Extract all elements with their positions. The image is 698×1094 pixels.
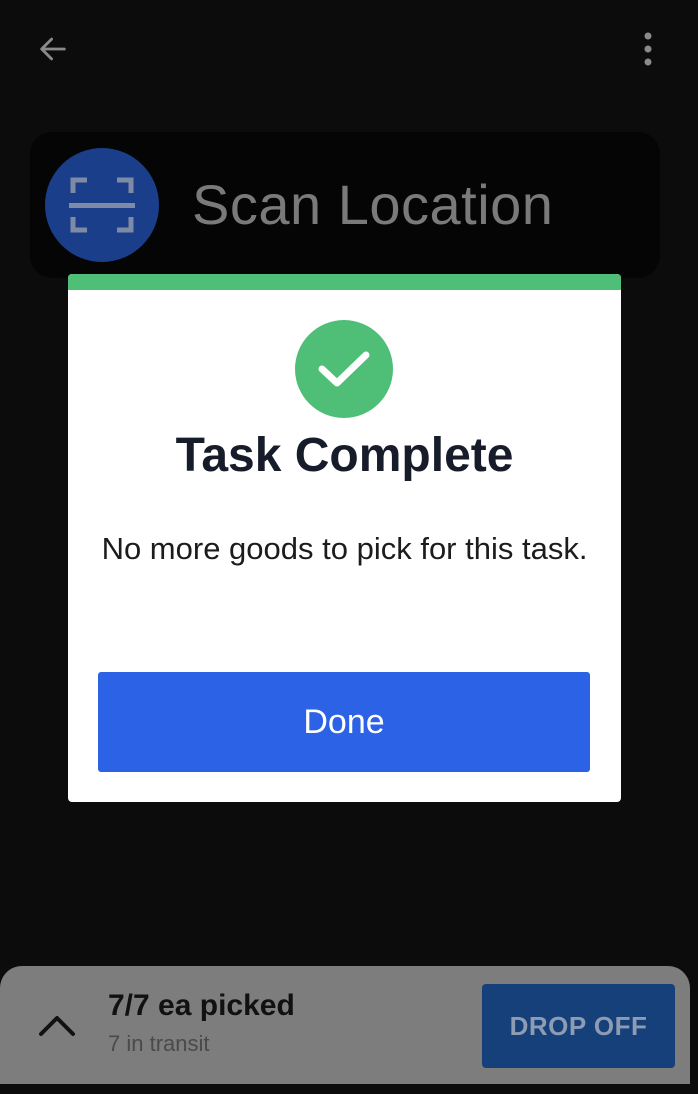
arrow-left-icon bbox=[40, 37, 66, 61]
chevron-up-icon bbox=[39, 1016, 75, 1036]
scan-location-title: Scan Location bbox=[192, 173, 554, 236]
scan-icon-container bbox=[45, 148, 159, 262]
scan-location-card[interactable]: Scan Location bbox=[30, 132, 660, 278]
drop-off-button[interactable]: DROP OFF bbox=[482, 984, 675, 1068]
dialog-message: No more goods to pick for this task. bbox=[101, 531, 588, 566]
task-complete-screen: Scan Location Task Complete No more good… bbox=[0, 0, 698, 1094]
success-accent-bar bbox=[68, 274, 621, 290]
back-button[interactable] bbox=[30, 26, 76, 72]
scan-barcode-icon bbox=[69, 177, 135, 233]
more-options-button[interactable] bbox=[628, 26, 668, 72]
checkmark-icon bbox=[318, 351, 370, 387]
check-circle-icon bbox=[295, 320, 393, 418]
picked-count: 7/7 ea picked bbox=[108, 989, 295, 1022]
dialog-title: Task Complete bbox=[175, 429, 514, 482]
more-vertical-icon bbox=[644, 32, 652, 66]
done-button[interactable]: Done bbox=[98, 672, 590, 772]
pick-summary-bar: 7/7 ea picked 7 in transit DROP OFF bbox=[0, 966, 690, 1084]
expand-summary-button[interactable] bbox=[30, 998, 84, 1052]
task-complete-dialog: Task Complete No more goods to pick for … bbox=[68, 274, 621, 802]
in-transit-count: 7 in transit bbox=[108, 1031, 210, 1056]
